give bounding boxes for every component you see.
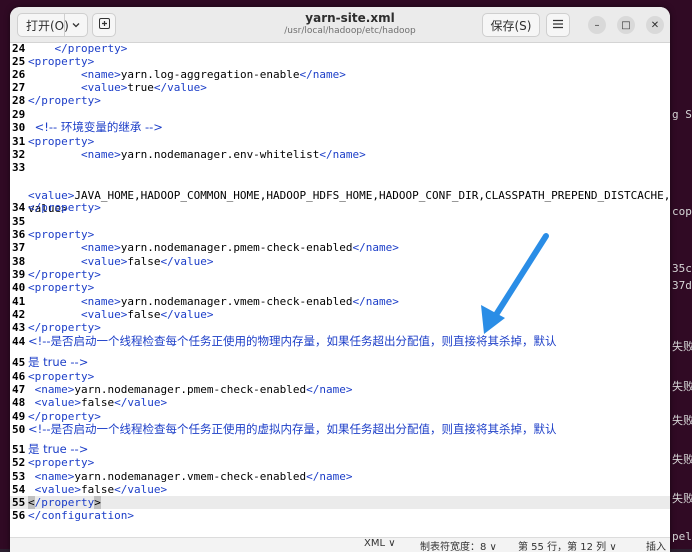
- annotation-arrow-icon: [481, 233, 549, 334]
